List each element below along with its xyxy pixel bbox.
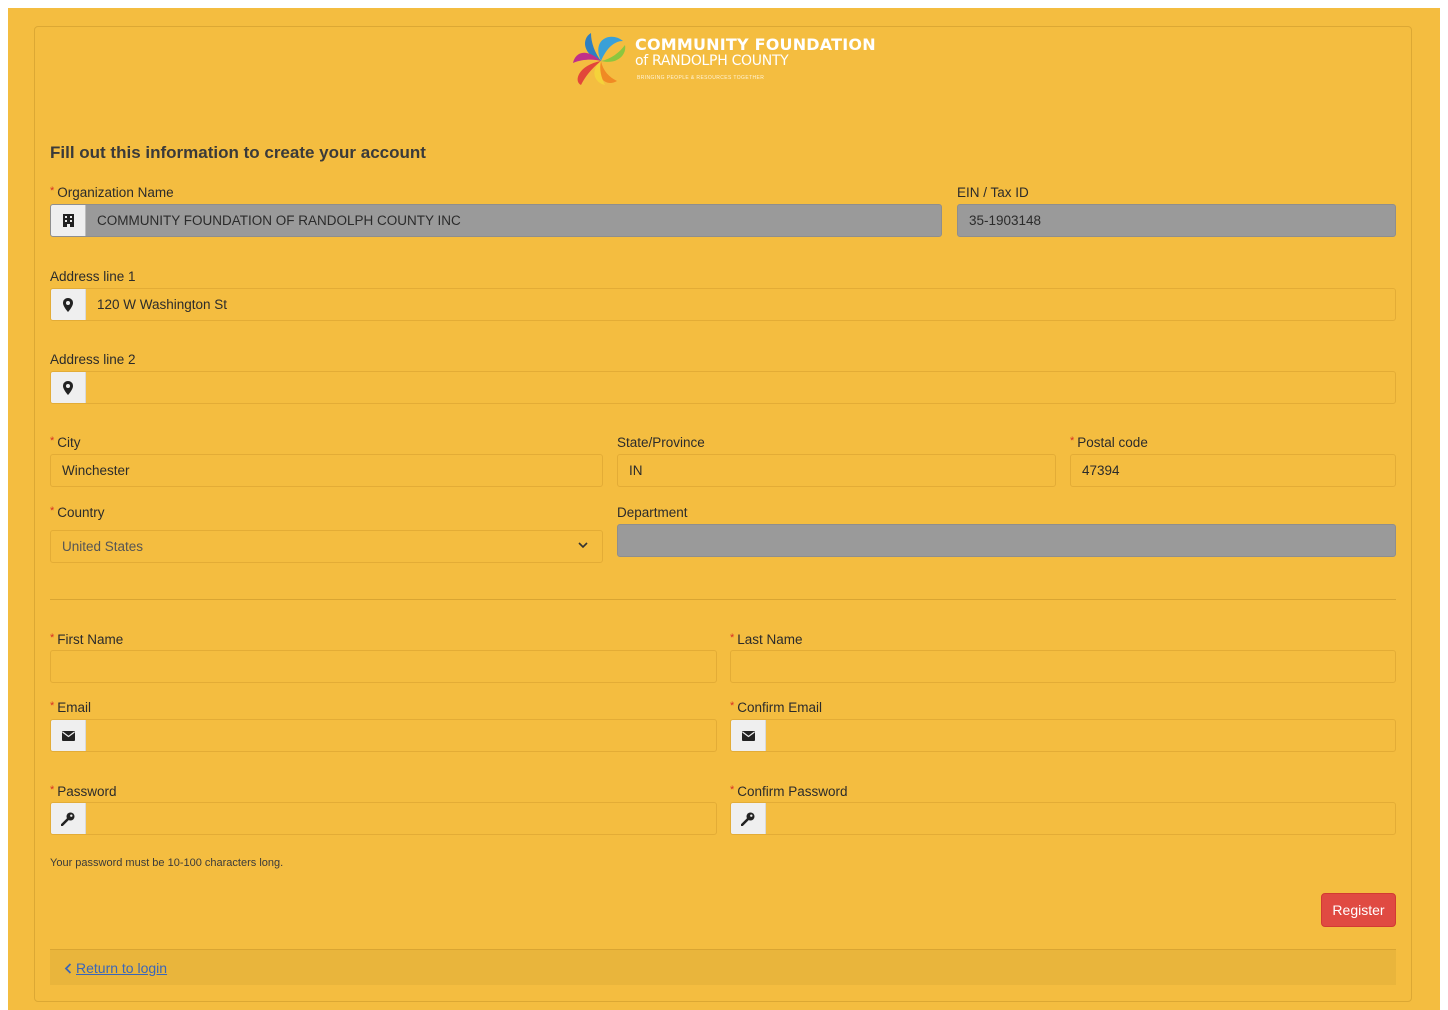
city-field[interactable] <box>50 454 603 487</box>
org-name-field[interactable] <box>50 204 942 237</box>
key-icon <box>61 812 75 826</box>
confirm-email-field[interactable] <box>730 719 1396 752</box>
password-addon <box>51 803 86 834</box>
registration-card: COMMUNITY FOUNDATION of RANDOLPH COUNTY … <box>34 26 1412 1002</box>
envelope-icon <box>741 730 755 741</box>
confirm-email-label: * Confirm Email <box>730 700 823 715</box>
org-name-label: * Organization Name <box>50 185 174 200</box>
register-button[interactable]: Register <box>1321 893 1396 927</box>
chevron-left-icon <box>64 962 72 974</box>
foundation-logo: COMMUNITY FOUNDATION of RANDOLPH COUNTY … <box>571 31 891 91</box>
last-name-input[interactable] <box>731 651 1395 682</box>
card-footer: Return to login <box>50 949 1396 985</box>
logo-tagline: Bringing people & resources together <box>637 75 765 81</box>
postal-field[interactable] <box>1070 454 1396 487</box>
address1-addon <box>51 289 86 320</box>
building-icon <box>62 214 74 227</box>
first-name-field[interactable] <box>50 650 717 683</box>
address2-input[interactable] <box>86 372 1395 403</box>
logo-subtitle: of RANDOLPH COUNTY <box>635 53 789 69</box>
org-name-addon <box>51 205 86 236</box>
state-field[interactable] <box>617 454 1056 487</box>
ein-input[interactable] <box>958 205 1395 236</box>
ein-field[interactable] <box>957 204 1396 237</box>
ein-label: EIN / Tax ID <box>957 185 1029 200</box>
first-name-label: * First Name <box>50 632 124 647</box>
org-name-input[interactable] <box>86 205 941 236</box>
return-to-login-link[interactable]: Return to login <box>64 960 167 976</box>
address1-label: Address line 1 <box>50 269 136 284</box>
department-label: Department <box>617 505 688 520</box>
postal-input[interactable] <box>1071 455 1395 486</box>
address2-addon <box>51 372 86 403</box>
address1-input[interactable] <box>86 289 1395 320</box>
confirm-password-input[interactable] <box>766 803 1395 834</box>
first-name-input[interactable] <box>51 651 716 682</box>
confirm-password-addon <box>731 803 766 834</box>
city-input[interactable] <box>51 455 602 486</box>
email-input[interactable] <box>86 720 716 751</box>
last-name-field[interactable] <box>730 650 1396 683</box>
state-label: State/Province <box>617 435 705 450</box>
department-input[interactable] <box>618 525 1395 556</box>
address1-field[interactable] <box>50 288 1396 321</box>
confirm-password-field[interactable] <box>730 802 1396 835</box>
country-select[interactable]: United States <box>50 530 603 563</box>
password-label: * Password <box>50 784 117 799</box>
email-label: * Email <box>50 700 92 715</box>
chevron-down-icon <box>578 542 588 549</box>
country-label: * Country <box>50 505 105 520</box>
confirm-email-addon <box>731 720 766 751</box>
email-field[interactable] <box>50 719 717 752</box>
city-label: * City <box>50 435 81 450</box>
address2-field[interactable] <box>50 371 1396 404</box>
department-field[interactable] <box>617 524 1396 557</box>
form-heading: Fill out this information to create your… <box>50 143 426 162</box>
email-addon <box>51 720 86 751</box>
password-input[interactable] <box>86 803 716 834</box>
password-field[interactable] <box>50 802 717 835</box>
address2-label: Address line 2 <box>50 352 136 367</box>
confirm-password-label: * Confirm Password <box>730 784 848 799</box>
key-icon <box>741 812 755 826</box>
password-hint: Your password must be 10-100 characters … <box>50 857 284 869</box>
last-name-label: * Last Name <box>730 632 803 647</box>
confirm-email-input[interactable] <box>766 720 1395 751</box>
state-input[interactable] <box>618 455 1055 486</box>
return-to-login-label: Return to login <box>76 960 168 976</box>
logo-title: COMMUNITY FOUNDATION <box>635 35 876 54</box>
map-pin-icon <box>63 380 73 395</box>
section-divider <box>50 599 1396 600</box>
postal-label: * Postal code <box>1070 435 1148 450</box>
country-selected-value: United States <box>62 539 144 554</box>
map-pin-icon <box>63 297 73 312</box>
pinwheel-logo-icon <box>573 33 626 85</box>
envelope-icon <box>61 730 75 741</box>
